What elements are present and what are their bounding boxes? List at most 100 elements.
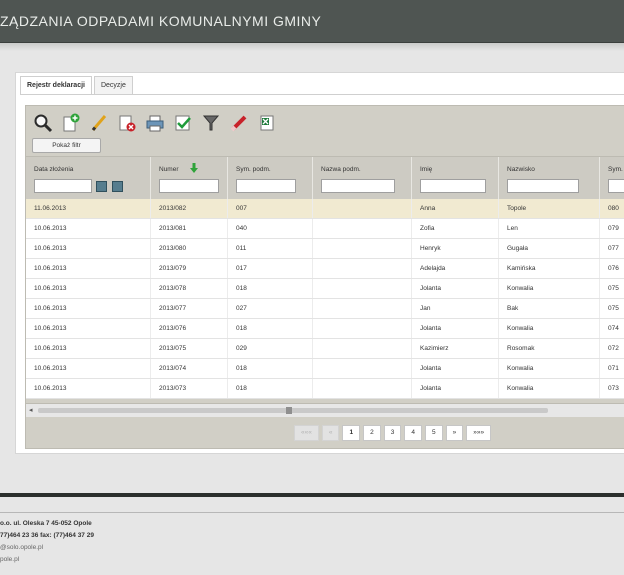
first-page-button[interactable]: «««	[294, 425, 319, 441]
table-cell: 075	[600, 279, 624, 298]
table-cell: 077	[600, 239, 624, 258]
table-cell	[313, 219, 412, 238]
column-header-sym[interactable]: Sym.	[600, 157, 624, 199]
search-icon[interactable]	[32, 112, 54, 134]
filter-input-data-zlozenia[interactable]	[34, 179, 92, 193]
table-row[interactable]: 10.06.2013 2013/081 040 Zofia Len 079	[26, 219, 624, 239]
table-cell: Konwalia	[499, 359, 600, 378]
pagination: ««« « 1 2 3 4 5 » »»»	[294, 425, 492, 441]
column-header-nazwa-podm[interactable]: Nazwa podm.	[313, 157, 412, 199]
table-cell: 10.06.2013	[26, 219, 151, 238]
table-cell: Henryk	[412, 239, 499, 258]
tab-rejestr-deklaracji[interactable]: Rejestr deklaracji	[20, 76, 92, 95]
filter-icon[interactable]	[200, 112, 222, 134]
delete-document-icon[interactable]	[116, 112, 138, 134]
filter-input-sym[interactable]	[608, 179, 624, 193]
page-4-button[interactable]: 4	[404, 425, 422, 441]
toolbar	[32, 112, 278, 134]
excel-export-icon[interactable]	[256, 112, 278, 134]
column-label: Nazwa podm.	[321, 166, 361, 173]
calendar-icon[interactable]	[96, 181, 107, 192]
filter-input-nazwisko[interactable]	[507, 179, 579, 193]
table-row[interactable]: 10.06.2013 2013/080 011 Henryk Gugała 077	[26, 239, 624, 259]
approve-icon[interactable]	[172, 112, 194, 134]
scrollbar-track[interactable]	[38, 408, 548, 413]
add-document-icon[interactable]	[60, 112, 82, 134]
last-page-button[interactable]: »»»	[466, 425, 492, 441]
table-cell: 2013/073	[151, 379, 228, 398]
table-cell: Anna	[412, 199, 499, 218]
table-cell: 018	[228, 279, 313, 298]
table-row[interactable]: 11.06.2013 2013/082 007 Anna Topole 080	[26, 199, 624, 219]
table-cell	[313, 319, 412, 338]
tab-decyzje[interactable]: Decyzje	[93, 76, 133, 95]
column-header-data-zlozenia: Data złożenia	[26, 157, 151, 199]
table-cell	[313, 199, 412, 218]
table-cell: Jolanta	[412, 379, 499, 398]
table-cell: 2013/080	[151, 239, 228, 258]
filter-input-nazwa-podm[interactable]	[321, 179, 395, 193]
filter-input-numer[interactable]	[159, 179, 219, 193]
page-3-button[interactable]: 3	[383, 425, 402, 441]
calendar-icon[interactable]	[112, 181, 123, 192]
footer-address: o.o. ul. Oleska 7 45-052 Opole	[0, 520, 92, 527]
table-cell: 2013/082	[151, 199, 228, 218]
data-grid: Pokaż filtr Data złożenia Numer Sym. pod…	[25, 105, 624, 449]
column-header-sym-podm[interactable]: Sym. podm.	[228, 157, 313, 199]
table-cell: Gugała	[499, 239, 600, 258]
table-row[interactable]: 10.06.2013 2013/073 018 Jolanta Konwalia 073	[26, 379, 624, 399]
app-header: ZĄDZANIA ODPADAMI KOMUNALNYMI GMINY	[0, 0, 624, 43]
table-cell: Topole	[499, 199, 600, 218]
table-cell: Len	[499, 219, 600, 238]
footer-phone: 77)464 23 36 fax: (77)464 37 29	[0, 532, 94, 539]
table-cell	[313, 379, 412, 398]
horizontal-scrollbar[interactable]: ◂	[26, 403, 624, 417]
table-cell: 2013/081	[151, 219, 228, 238]
table-cell: 029	[228, 339, 313, 358]
table-row[interactable]: 10.06.2013 2013/076 018 Jolanta Konwalia 074	[26, 319, 624, 339]
footer-website-link[interactable]: pole.pl	[0, 554, 624, 566]
table-cell: 072	[600, 339, 624, 358]
edit-icon[interactable]	[88, 112, 110, 134]
footer-email-link[interactable]: @solo.opole.pl	[0, 542, 624, 554]
table-cell: 071	[600, 359, 624, 378]
table-row[interactable]: 10.06.2013 2013/075 029 Kazimierz Rosomak 072	[26, 339, 624, 359]
table-cell: 2013/077	[151, 299, 228, 318]
table-cell: 2013/074	[151, 359, 228, 378]
footer: o.o. ul. Oleska 7 45-052 Opole 77)464 23…	[0, 518, 624, 566]
next-page-button[interactable]: »	[445, 425, 464, 441]
table-cell: 10.06.2013	[26, 359, 151, 378]
table-cell: Konwalia	[499, 319, 600, 338]
table-cell	[313, 299, 412, 318]
table-cell: Jolanta	[412, 319, 499, 338]
table-cell: 017	[228, 259, 313, 278]
column-label: Numer	[159, 166, 179, 173]
table-row[interactable]: 10.06.2013 2013/078 018 Jolanta Konwalia 075	[26, 279, 624, 299]
page-2-button[interactable]: 2	[363, 425, 381, 441]
table-row[interactable]: 10.06.2013 2013/074 018 Jolanta Konwalia 071	[26, 359, 624, 379]
table-row[interactable]: 10.06.2013 2013/079 017 Adelajda Kamińska 076	[26, 259, 624, 279]
column-header-numer[interactable]: Numer	[151, 157, 228, 199]
main-panel: Rejestr deklaracji Decyzje Pokaż filtr D…	[15, 72, 624, 454]
table-cell: 10.06.2013	[26, 279, 151, 298]
table-cell: 073	[600, 379, 624, 398]
table-cell: 2013/075	[151, 339, 228, 358]
scroll-left-icon[interactable]: ◂	[29, 406, 33, 414]
show-filter-button[interactable]: Pokaż filtr	[32, 138, 101, 153]
table-cell: Jolanta	[412, 359, 499, 378]
table-row[interactable]: 10.06.2013 2013/077 027 Jan Bak 075	[26, 299, 624, 319]
eraser-icon[interactable]	[228, 112, 250, 134]
scrollbar-thumb[interactable]	[286, 407, 292, 414]
column-header-imie[interactable]: Imię	[412, 157, 499, 199]
prev-page-button[interactable]: «	[321, 425, 340, 441]
tab-bar: Rejestr deklaracji Decyzje	[20, 76, 133, 95]
print-icon[interactable]	[144, 112, 166, 134]
table-cell: 040	[228, 219, 313, 238]
filter-input-sym-podm[interactable]	[236, 179, 296, 193]
filter-input-imie[interactable]	[420, 179, 486, 193]
table-cell: 10.06.2013	[26, 379, 151, 398]
header-shadow	[0, 43, 624, 51]
page-1-button[interactable]: 1	[342, 425, 361, 441]
page-5-button[interactable]: 5	[424, 425, 443, 441]
column-header-nazwisko[interactable]: Nazwisko	[499, 157, 600, 199]
